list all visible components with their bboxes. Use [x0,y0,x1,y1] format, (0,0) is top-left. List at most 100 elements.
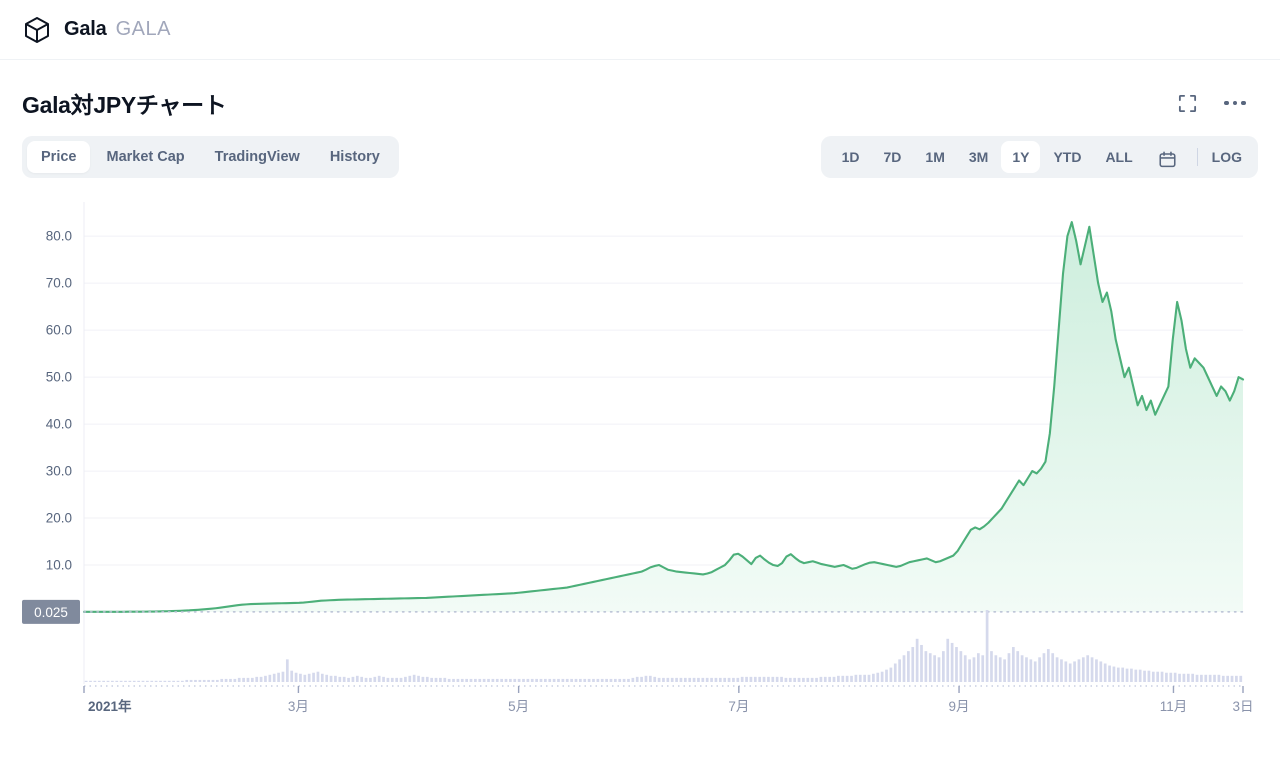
volume-bar [264,675,267,682]
volume-bar [452,678,455,682]
volume-bar [421,676,425,682]
volume-bar [609,678,613,682]
volume-bar [334,675,337,682]
volume-bar [281,671,285,682]
volume-bar [1186,673,1190,682]
volume-bar [1081,657,1085,682]
volume-bar [1025,657,1028,682]
volume-bar [316,671,320,682]
volume-bar [683,677,687,682]
volume-bar [329,675,333,682]
volume-bar [867,674,871,682]
volume-bar [806,677,810,682]
page-title: Gala対JPYチャート [22,92,227,118]
tab-history[interactable]: History [316,141,394,173]
volume-bar [1191,673,1195,682]
volume-bar [386,677,390,682]
volume-bar [1073,661,1076,682]
fullscreen-expand-icon[interactable] [1176,92,1198,114]
volume-bar [880,671,884,682]
volume-bar [1020,655,1024,682]
volume-bar [893,663,897,682]
volume-bar [137,680,140,682]
volume-bar [793,677,797,682]
volume-bar [1116,667,1120,682]
volume-bar [635,676,639,682]
volume-bar [172,680,175,682]
volume-bar [1221,675,1225,682]
volume-bar [863,674,866,682]
volume-bar [469,678,473,682]
range-1m[interactable]: 1M [914,141,955,173]
volume-bar [723,677,727,682]
volume-bar [544,678,547,682]
volume-bar [1147,670,1151,682]
volume-bar [802,677,805,682]
range-7d[interactable]: 7D [873,141,913,173]
volume-bar [1029,659,1033,682]
volume-bar [224,678,228,682]
volume-bar [959,651,963,682]
volume-bar [425,676,429,682]
volume-bar [369,677,372,682]
volume-bar [845,675,849,682]
range-all[interactable]: ALL [1094,141,1143,173]
price-chart-svg[interactable]: 80.0 70.0 60.0 50.0 40.0 30.0 20.0 10.0 0.025 202… [0,192,1280,722]
log-scale-button[interactable]: LOG [1208,141,1248,173]
volume-bar [1112,666,1116,682]
volume-bar [876,672,880,682]
volume-bar [579,678,582,682]
volume-bar [662,677,665,682]
range-3m[interactable]: 3M [958,141,999,173]
tab-market-cap[interactable]: Market Cap [92,141,198,173]
calendar-icon[interactable] [1146,146,1187,169]
volume-bar [106,680,110,682]
volume-bar [500,678,503,682]
volume-bar [911,647,915,682]
volume-bar [255,676,259,682]
coin-name: Gala [64,18,107,40]
more-options-icon[interactable] [1224,92,1246,114]
volume-bar [509,678,512,682]
volume-bar [915,638,919,682]
volume-bar [710,677,713,682]
chart-type-tabs: Price Market Cap TradingView History [22,136,399,178]
volume-bar [780,676,783,682]
volume-bar [215,679,219,682]
volume-bar [727,677,731,682]
tab-tradingview[interactable]: TradingView [201,141,314,173]
volume-bar [889,667,893,682]
volume-bar [1156,671,1160,682]
volume-bar [487,678,490,682]
volume-bar [242,677,245,682]
y-axis-tick-label: 40.0 [46,417,72,432]
volume-bar [933,655,936,682]
volume-bar [513,678,517,682]
volume-bar [522,678,525,682]
range-1d[interactable]: 1D [831,141,871,173]
volume-bar [1108,665,1111,682]
volume-bar [460,678,464,682]
volume-bar [111,680,114,682]
volume-bar [557,678,560,682]
range-1y[interactable]: 1Y [1001,141,1041,173]
range-ytd[interactable]: YTD [1042,141,1092,173]
volume-bar [89,680,92,682]
volume-bar [653,676,657,682]
volume-bar [644,675,648,682]
volume-bar [390,677,394,682]
volume-bar [233,678,237,682]
price-chart-container[interactable]: 80.0 70.0 60.0 50.0 40.0 30.0 20.0 10.0 0.025 202… [0,192,1280,722]
volume-bar [898,659,901,682]
volume-bar [758,676,762,682]
volume-bar [1103,663,1107,682]
volume-bar [1235,675,1238,682]
volume-bar [749,676,753,682]
volume-bar [132,680,136,682]
tab-price[interactable]: Price [27,141,91,173]
volume-bar [565,678,569,682]
volume-bar [552,678,556,682]
volume-bar [937,657,941,682]
y-axis-tick-label: 30.0 [46,464,72,479]
volume-bar [299,673,302,682]
